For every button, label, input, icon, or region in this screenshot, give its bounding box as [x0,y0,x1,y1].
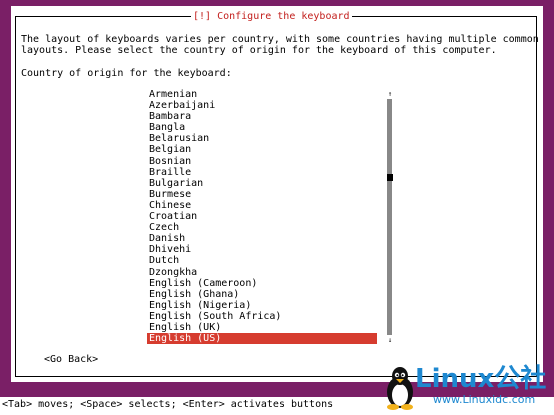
list-item[interactable]: English (Nigeria) [147,300,377,311]
list-item[interactable]: Belgian [147,144,377,155]
list-item[interactable]: Azerbaijani [147,100,377,111]
scroll-track[interactable] [387,99,393,335]
country-prompt-label: Country of origin for the keyboard: [21,68,232,79]
country-list[interactable]: Armenian Azerbaijani Bambara Bangla Belarusi… [147,89,377,345]
list-item[interactable]: Dutch [147,255,377,266]
list-item[interactable]: English (Cameroon) [147,278,377,289]
watermark-url: www.Linuxidc.com [433,393,536,406]
list-item[interactable]: Dhivehi [147,244,377,255]
list-item[interactable]: Braille [147,167,377,178]
linuxidc-watermark: Linux公社 www.Linuxidc.com [383,364,553,410]
list-item[interactable]: Dzongkha [147,267,377,278]
dialog-description: The layout of keyboards varies per count… [21,34,539,56]
list-item[interactable]: Armenian [147,89,377,100]
list-item[interactable]: Bambara [147,111,377,122]
list-item[interactable]: Bangla [147,122,377,133]
list-item[interactable]: Danish [147,233,377,244]
list-scrollbar[interactable]: ↑ ↓ [386,90,394,344]
list-item[interactable]: English (Ghana) [147,289,377,300]
list-item-selected[interactable]: English (US) [147,333,377,345]
list-item[interactable]: Bulgarian [147,178,377,189]
scroll-down-arrow-icon[interactable]: ↓ [386,336,394,344]
list-item[interactable]: Croatian [147,211,377,222]
list-item[interactable]: Chinese [147,200,377,211]
go-back-button[interactable]: <Go Back> [44,354,98,365]
scroll-up-arrow-icon[interactable]: ↑ [386,90,394,98]
dialog-title: [!] Configure the keyboard [191,9,352,24]
list-item[interactable]: Bosnian [147,156,377,167]
list-item[interactable]: Belarusian [147,133,377,144]
list-item[interactable]: Burmese [147,189,377,200]
tux-penguin-icon [387,367,413,410]
list-item[interactable]: Czech [147,222,377,233]
watermark-brand: Linux公社 [415,364,547,394]
keyboard-config-dialog: [!] Configure the keyboard The layout of… [11,6,543,382]
scroll-thumb[interactable] [387,174,393,181]
list-item[interactable]: English (South Africa) [147,311,377,322]
list-item[interactable]: English (UK) [147,322,377,333]
